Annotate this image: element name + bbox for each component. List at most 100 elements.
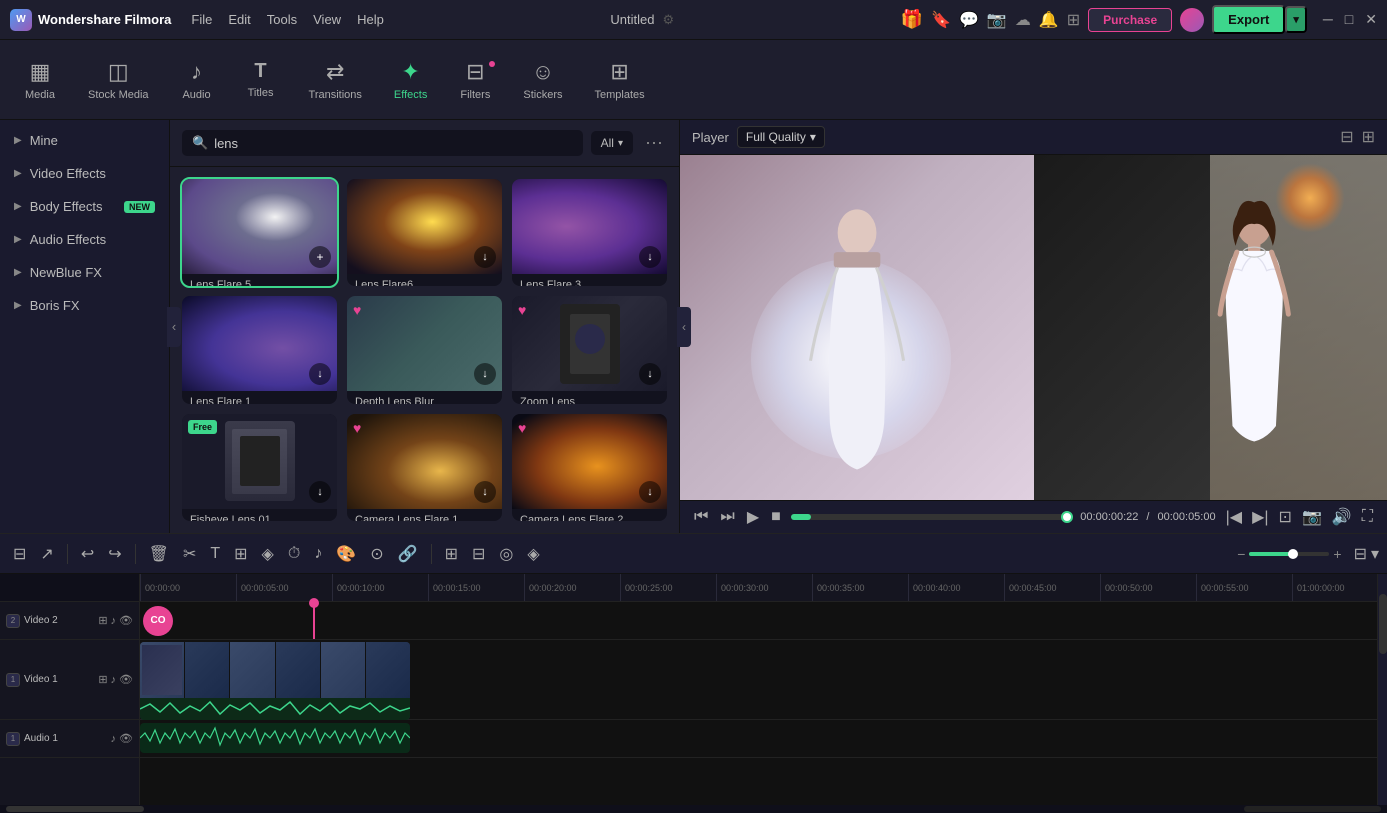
toolbar-titles[interactable]: T Titles xyxy=(231,54,291,105)
track-audio-video2[interactable]: ♪ xyxy=(111,615,117,627)
toolbar-stock[interactable]: ◫ Stock Media xyxy=(74,53,163,107)
effect-card-camera1[interactable]: ♥ ↓ Camera Lens Flare 1 xyxy=(347,414,502,521)
sidebar-item-body-effects[interactable]: ▶ Body Effects NEW xyxy=(0,190,169,223)
video1-clip[interactable] xyxy=(140,642,410,720)
tl-marker-button[interactable]: ◈ xyxy=(522,540,544,568)
tl-effects2-button[interactable]: ◈ xyxy=(257,540,279,568)
next-frame-button[interactable]: ▶| xyxy=(1250,507,1270,527)
close-button[interactable]: ✕ xyxy=(1365,11,1377,28)
tl-undo-button[interactable]: ↩ xyxy=(76,540,99,568)
menu-edit[interactable]: Edit xyxy=(228,12,250,27)
more-options-button[interactable]: ⋯ xyxy=(641,133,667,154)
tl-audio-button[interactable]: ♪ xyxy=(309,541,327,567)
tl-link-button[interactable]: 🔗 xyxy=(393,540,423,568)
tl-redo-button[interactable]: ↪ xyxy=(103,540,126,568)
crop-button[interactable]: ⊡ xyxy=(1277,507,1294,527)
track-audio-icon-audio1[interactable]: ♪ xyxy=(111,733,117,745)
gift-icon[interactable]: 🎁 xyxy=(901,9,923,30)
track-eye-video1[interactable]: 👁 xyxy=(119,673,133,686)
tl-select-button[interactable]: ↗ xyxy=(35,540,58,568)
toolbar-effects[interactable]: ✦ Effects xyxy=(380,53,441,107)
screenshot-button[interactable]: 📷 xyxy=(1300,507,1324,527)
effect-card-depth[interactable]: ♥ ↓ Depth Lens Blur xyxy=(347,296,502,403)
filter-all-button[interactable]: All ▾ xyxy=(591,131,633,155)
fullscreen-button[interactable]: ⛶ xyxy=(1360,508,1375,526)
tl-crop-button[interactable]: ⊞ xyxy=(229,540,252,568)
audio-effects-chevron: ▶ xyxy=(14,234,22,245)
player-timeline-bar[interactable] xyxy=(791,514,1073,520)
toolbar-audio[interactable]: ♪ Audio xyxy=(167,53,227,107)
step-back-button[interactable]: ⏭ xyxy=(718,508,736,526)
export-dropdown-button[interactable]: ▾ xyxy=(1285,6,1307,33)
tl-add-track-button[interactable]: ⊞ xyxy=(440,540,463,568)
track-eye-audio1[interactable]: 👁 xyxy=(119,732,133,745)
effect-card-lens5[interactable]: + Lens Flare 5 xyxy=(182,179,337,286)
effects-panel: 🔍 All ▾ ⋯ + Lens Flare 5 xyxy=(170,120,680,533)
tl-color-button[interactable]: 🎨 xyxy=(331,540,361,568)
menu-view[interactable]: View xyxy=(313,12,341,27)
quality-select[interactable]: Full Quality ▾ xyxy=(737,126,825,148)
toolbar-stickers[interactable]: ☺ Stickers xyxy=(509,53,576,107)
volume-button[interactable]: 🔊 xyxy=(1330,507,1354,527)
timeline-right-scrollbar[interactable] xyxy=(1377,574,1387,805)
tl-cut-button[interactable]: ✂ xyxy=(178,540,201,568)
effect-download-camera2: ↓ xyxy=(639,481,661,503)
tl-list-view-button[interactable]: ▾ xyxy=(1371,544,1379,564)
audio1-clip[interactable] xyxy=(140,723,410,753)
fit-view-button[interactable]: ⊞ xyxy=(1362,127,1375,147)
tl-transform-button[interactable]: ⊙ xyxy=(365,540,388,568)
track-audio-video1[interactable]: ♪ xyxy=(111,674,117,686)
tl-merge-button[interactable]: ◎ xyxy=(494,540,518,568)
track-eye-video2[interactable]: 👁 xyxy=(119,614,133,627)
player-label: Player xyxy=(692,130,729,145)
purchase-button[interactable]: Purchase xyxy=(1088,8,1172,32)
zoom-out-icon[interactable]: − xyxy=(1237,546,1245,562)
sidebar-item-audio-effects[interactable]: ▶ Audio Effects xyxy=(0,223,169,256)
sidebar-item-newblue[interactable]: ▶ NewBlue FX xyxy=(0,256,169,289)
bell-icon[interactable]: 🔔 xyxy=(1039,10,1059,30)
sidebar-item-boris[interactable]: ▶ Boris FX xyxy=(0,289,169,322)
tl-speed-button[interactable]: ⏱ xyxy=(283,541,305,567)
sidebar-item-video-effects[interactable]: ▶ Video Effects xyxy=(0,157,169,190)
camera2-icon[interactable]: 📷 xyxy=(987,10,1007,30)
search-input[interactable] xyxy=(214,136,572,151)
grid-view-button[interactable]: ⊟ xyxy=(1340,127,1353,147)
track-collapse-video2[interactable]: ⊞ xyxy=(98,614,107,627)
menu-tools[interactable]: Tools xyxy=(267,12,297,27)
track-collapse-video1[interactable]: ⊞ xyxy=(98,673,107,686)
effect-card-fisheye[interactable]: Free ↓ Fisheye Lens 01 xyxy=(182,414,337,521)
tl-snap-button[interactable]: ⊟ xyxy=(467,540,490,568)
tl-delete-button[interactable]: 🗑 xyxy=(144,540,174,568)
chat-icon[interactable]: 💬 xyxy=(959,10,979,30)
timeline-h-scrollbar[interactable] xyxy=(0,805,1387,813)
effect-card-zoom[interactable]: ♥ ↓ Zoom Lens xyxy=(512,296,667,403)
tl-grid-view-button[interactable]: ⊟ xyxy=(1354,544,1367,564)
menu-file[interactable]: File xyxy=(191,12,212,27)
stop-button[interactable]: ■ xyxy=(769,508,783,526)
collapse-effects-panel-button[interactable]: ‹ xyxy=(677,307,691,347)
skip-back-button[interactable]: ⏮ xyxy=(692,508,710,526)
toolbar-templates[interactable]: ⊞ Templates xyxy=(580,53,658,107)
effect-card-camera2[interactable]: ♥ ↓ Camera Lens Flare 2 xyxy=(512,414,667,521)
bookmark-icon[interactable]: 🔖 xyxy=(931,10,951,30)
effect-card-lens3[interactable]: ↓ Lens Flare 3 xyxy=(512,179,667,286)
effect-card-lens1[interactable]: ↓ Lens Flare 1 xyxy=(182,296,337,403)
sidebar-item-mine[interactable]: ▶ Mine xyxy=(0,124,169,157)
export-button[interactable]: Export xyxy=(1212,5,1285,34)
menu-help[interactable]: Help xyxy=(357,12,384,27)
toolbar-filters[interactable]: ⊟ Filters xyxy=(445,53,505,107)
apps-icon[interactable]: ⊞ xyxy=(1067,10,1080,30)
cloud-icon[interactable]: ☁ xyxy=(1015,10,1031,30)
timeline-tracks-container[interactable]: 00:00:00 00:00:05:00 00:00:10:00 00:00:1… xyxy=(140,574,1377,805)
collapse-sidebar-button[interactable]: ‹ xyxy=(167,307,181,347)
maximize-button[interactable]: □ xyxy=(1345,11,1353,28)
prev-frame-button[interactable]: |◀ xyxy=(1224,507,1244,527)
play-button[interactable]: ▶ xyxy=(745,507,761,527)
tl-split-button[interactable]: ⊟ xyxy=(8,540,31,568)
effect-card-lens6[interactable]: ↓ Lens Flare6 xyxy=(347,179,502,286)
toolbar-transitions[interactable]: ⇄ Transitions xyxy=(295,53,376,107)
minimize-button[interactable]: ─ xyxy=(1323,11,1333,28)
zoom-in-icon[interactable]: + xyxy=(1333,546,1341,562)
tl-text-button[interactable]: T xyxy=(205,541,225,567)
toolbar-media[interactable]: ▦ Media xyxy=(10,53,70,107)
